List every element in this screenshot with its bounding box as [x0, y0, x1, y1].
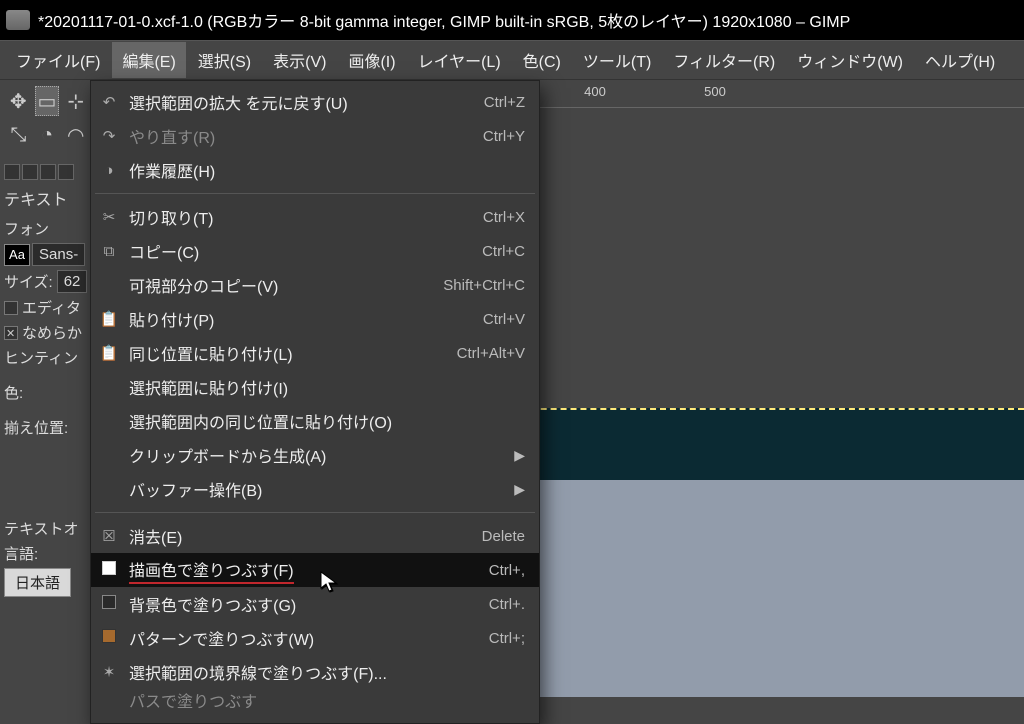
lang-label: 言語:: [4, 543, 38, 564]
tool-move[interactable]: ✥: [6, 86, 31, 116]
menu-buffer[interactable]: バッファー操作(B) ▶: [91, 472, 539, 506]
menu-fill-bg[interactable]: 背景色で塗りつぶす(G) Ctrl+.: [91, 587, 539, 621]
menu-history[interactable]: ◑ 作業履歴(H): [91, 153, 539, 187]
undo-icon: ↶: [99, 93, 119, 111]
edit-dropdown: ↶ 選択範囲の拡大 を元に戻す(U) Ctrl+Z ↷ やり直す(R) Ctrl…: [90, 80, 540, 724]
tool-options: テキスト フォン Aa Sans- サイズ: 62 エディタ なめらか ヒンティ…: [0, 160, 94, 601]
ruler-tick-label: 400: [584, 84, 606, 99]
clear-icon: ☒: [99, 527, 119, 545]
menu-file[interactable]: ファイル(F): [6, 42, 110, 78]
menu-filters[interactable]: フィルター(R): [663, 42, 785, 78]
menu-image[interactable]: 画像(I): [338, 42, 405, 78]
options-tab-1[interactable]: [4, 164, 20, 180]
menu-stroke-selection[interactable]: ✶ 選択範囲の境界線で塗りつぶす(F)...: [91, 655, 539, 689]
copy-icon: ⧉: [99, 243, 119, 260]
options-title: テキスト: [4, 184, 90, 214]
menu-separator: [95, 193, 535, 194]
menu-paste[interactable]: 📋 貼り付け(P) Ctrl+V: [91, 302, 539, 336]
size-label: サイズ:: [4, 271, 53, 292]
align-label: 揃え位置:: [4, 417, 68, 438]
fg-swatch-icon: [99, 561, 119, 579]
window-titlebar: *20201117-01-0.xcf-1.0 (RGBカラー 8-bit gam…: [0, 0, 1024, 40]
redo-icon: ↷: [99, 127, 119, 145]
submenu-arrow-icon: ▶: [514, 447, 525, 464]
menu-fill-fg[interactable]: 描画色で塗りつぶす(F) Ctrl+,: [91, 553, 539, 587]
submenu-arrow-icon: ▶: [514, 481, 525, 498]
menu-clipboard-new[interactable]: クリップボードから生成(A) ▶: [91, 438, 539, 472]
menu-edit[interactable]: 編集(E): [112, 42, 185, 78]
smooth-label: なめらか: [22, 322, 82, 343]
menu-select[interactable]: 選択(S): [188, 42, 261, 78]
options-tab-4[interactable]: [58, 164, 74, 180]
font-preview-icon[interactable]: Aa: [4, 244, 30, 266]
editor-label: エディタ: [22, 297, 81, 318]
ruler-tick-label: 500: [704, 84, 726, 99]
menu-paste-into-place[interactable]: 選択範囲内の同じ位置に貼り付け(O): [91, 404, 539, 438]
history-icon: ◑: [99, 162, 119, 179]
cut-icon: ✂: [99, 208, 119, 226]
menu-layer[interactable]: レイヤー(L): [408, 42, 511, 78]
lang-field[interactable]: 日本語: [4, 568, 71, 597]
menu-windows[interactable]: ウィンドウ(W): [787, 42, 913, 78]
menu-separator: [95, 512, 535, 513]
options-tab-3[interactable]: [40, 164, 56, 180]
menu-view[interactable]: 表示(V): [263, 42, 336, 78]
menubar: ファイル(F) 編集(E) 選択(S) 表示(V) 画像(I) レイヤー(L) …: [0, 40, 1024, 80]
tool-bucket[interactable]: ◔: [35, 120, 60, 150]
menu-colors[interactable]: 色(C): [513, 42, 571, 78]
tool-rect-select[interactable]: ▭: [35, 86, 60, 116]
font-label: フォン: [4, 218, 49, 239]
window-title: *20201117-01-0.xcf-1.0 (RGBカラー 8-bit gam…: [38, 8, 850, 32]
options-tab-2[interactable]: [22, 164, 38, 180]
tool-crop[interactable]: ⊹: [63, 86, 88, 116]
pattern-swatch-icon: [99, 629, 119, 647]
smooth-checkbox[interactable]: [4, 326, 18, 340]
menu-help[interactable]: ヘルプ(H): [915, 42, 1005, 78]
tool-path[interactable]: ◠: [63, 120, 88, 150]
menu-paste-into[interactable]: 選択範囲に貼り付け(I): [91, 370, 539, 404]
bg-swatch-icon: [99, 595, 119, 613]
menu-paste-in-place[interactable]: 📋 同じ位置に貼り付け(L) Ctrl+Alt+V: [91, 336, 539, 370]
toolbox: ✥ ▭ ⊹ ⤡ ◔ ◠: [0, 80, 94, 160]
menu-clear[interactable]: ☒ 消去(E) Delete: [91, 519, 539, 553]
color-label: 色:: [4, 382, 23, 403]
size-field[interactable]: 62: [57, 270, 88, 293]
hinting-label: ヒンティン: [4, 347, 78, 368]
menu-copy[interactable]: ⧉ コピー(C) Ctrl+C: [91, 234, 539, 268]
textbox-label: テキストオ: [4, 518, 79, 539]
app-icon: [6, 10, 30, 30]
menu-copy-visible[interactable]: 可視部分のコピー(V) Shift+Ctrl+C: [91, 268, 539, 302]
mouse-cursor-icon: [318, 570, 342, 594]
font-name-field[interactable]: Sans-: [32, 243, 85, 266]
menu-cut[interactable]: ✂ 切り取り(T) Ctrl+X: [91, 200, 539, 234]
editor-checkbox[interactable]: [4, 301, 18, 315]
menu-tools[interactable]: ツール(T): [573, 42, 661, 78]
menu-stroke-path[interactable]: パスで塗りつぶす: [91, 689, 539, 711]
menu-undo[interactable]: ↶ 選択範囲の拡大 を元に戻す(U) Ctrl+Z: [91, 85, 539, 119]
stroke-icon: ✶: [99, 663, 119, 681]
left-panel: ✥ ▭ ⊹ ⤡ ◔ ◠ テキスト フォン Aa San: [0, 80, 95, 697]
paste-icon: 📋: [99, 310, 119, 328]
tool-transform[interactable]: ⤡: [6, 120, 31, 150]
paste-in-place-icon: 📋: [99, 344, 119, 362]
menu-fill-pattern[interactable]: パターンで塗りつぶす(W) Ctrl+;: [91, 621, 539, 655]
menu-redo[interactable]: ↷ やり直す(R) Ctrl+Y: [91, 119, 539, 153]
